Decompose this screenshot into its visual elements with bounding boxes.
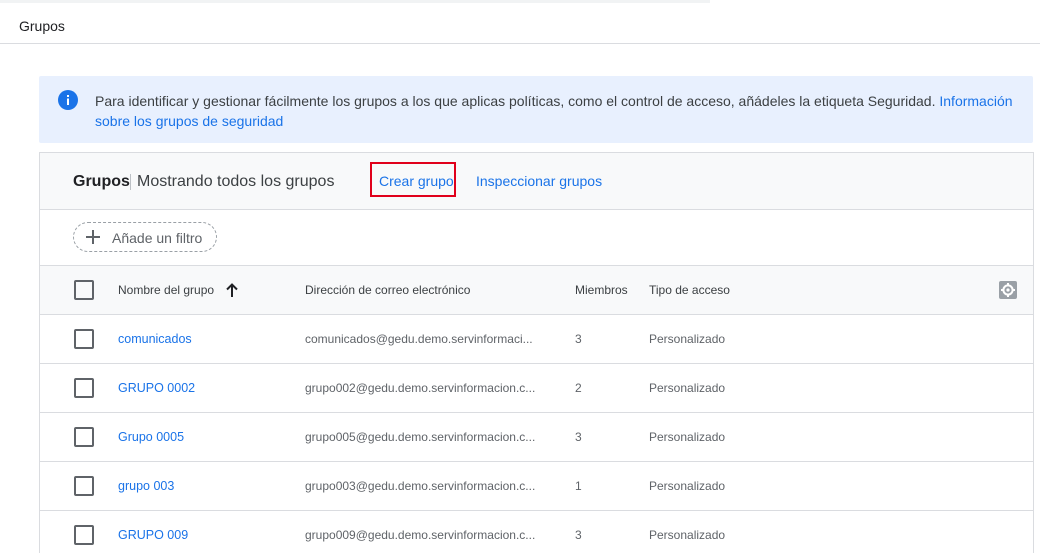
gear-icon[interactable] [999, 281, 1017, 299]
column-header-access[interactable]: Tipo de acceso [649, 283, 789, 297]
group-members: 3 [575, 528, 582, 542]
group-name-link[interactable]: Grupo 0005 [118, 430, 288, 444]
group-name-link[interactable]: grupo 003 [118, 479, 288, 493]
create-group-label: Crear grupo [379, 173, 454, 189]
column-header-name[interactable]: Nombre del grupo [118, 283, 288, 297]
column-header-members[interactable]: Miembros [575, 283, 635, 297]
banner-text: Para identificar y gestionar fácilmente … [95, 93, 940, 109]
group-email: grupo002@gedu.demo.servinformacion.c... [305, 381, 536, 395]
table-row[interactable]: GRUPO 0002 grupo002@gedu.demo.servinform… [40, 364, 1033, 413]
row-checkbox[interactable] [74, 476, 94, 496]
group-access-type: Personalizado [649, 332, 726, 346]
group-email: grupo005@gedu.demo.servinformacion.c... [305, 430, 536, 444]
banner-message: Para identificar y gestionar fácilmente … [95, 91, 1020, 131]
group-email: grupo009@gedu.demo.servinformacion.c... [305, 528, 536, 542]
group-access-type: Personalizado [649, 528, 726, 542]
row-checkbox[interactable] [74, 329, 94, 349]
select-all-checkbox[interactable] [74, 280, 94, 300]
page-title: Grupos [19, 18, 65, 34]
groups-toolbar: Grupos Mostrando todos los grupos Crear … [40, 153, 1033, 210]
add-filter-button[interactable]: Añade un filtro [73, 222, 217, 252]
table-header: Nombre del grupo Dirección de correo ele… [40, 266, 1033, 315]
column-header-email[interactable]: Dirección de correo electrónico [305, 283, 557, 297]
group-access-type: Personalizado [649, 479, 726, 493]
group-access-type: Personalizado [649, 430, 726, 444]
groups-card: Grupos Mostrando todos los grupos Crear … [39, 152, 1034, 559]
toolbar-subtitle: Mostrando todos los grupos [137, 173, 335, 190]
add-filter-label: Añade un filtro [112, 230, 203, 246]
table-row[interactable]: comunicados comunicados@gedu.demo.servin… [40, 315, 1033, 364]
group-name-link[interactable]: GRUPO 009 [118, 528, 288, 542]
create-group-button[interactable]: Crear grupo [370, 162, 456, 197]
page-header: Grupos [0, 0, 1040, 44]
group-email: comunicados@gedu.demo.servinformaci... [305, 332, 533, 346]
table-row[interactable]: grupo 003 grupo003@gedu.demo.servinforma… [40, 462, 1033, 511]
row-checkbox[interactable] [74, 427, 94, 447]
group-members: 1 [575, 479, 582, 493]
group-members: 2 [575, 381, 582, 395]
filter-bar: Añade un filtro [40, 210, 1033, 266]
inspect-groups-link[interactable]: Inspeccionar grupos [476, 173, 602, 189]
arrow-up-icon[interactable] [226, 283, 238, 297]
group-access-type: Personalizado [649, 381, 726, 395]
table-row[interactable]: Grupo 0005 grupo005@gedu.demo.servinform… [40, 413, 1033, 462]
security-info-banner: Para identificar y gestionar fácilmente … [39, 76, 1033, 143]
toolbar-title: Grupos [73, 173, 130, 190]
group-email: grupo003@gedu.demo.servinformacion.c... [305, 479, 536, 493]
group-name-link[interactable]: comunicados [118, 332, 288, 346]
group-name-link[interactable]: GRUPO 0002 [118, 381, 288, 395]
group-members: 3 [575, 430, 582, 444]
plus-icon [86, 230, 100, 244]
row-checkbox[interactable] [74, 525, 94, 545]
group-members: 3 [575, 332, 582, 346]
info-icon [58, 90, 78, 110]
row-checkbox[interactable] [74, 378, 94, 398]
toolbar-divider [130, 174, 131, 190]
